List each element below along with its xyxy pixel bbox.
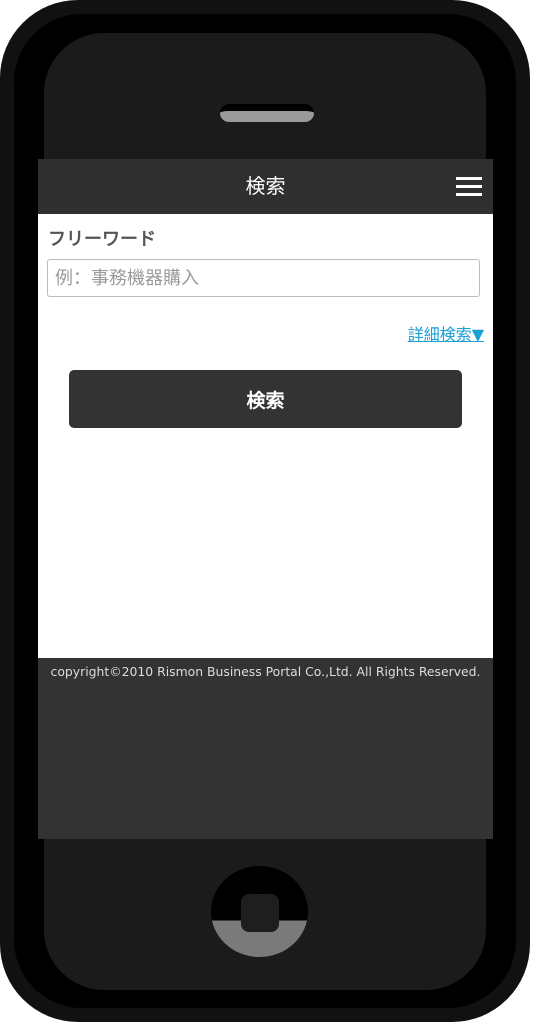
free-word-input[interactable] bbox=[47, 259, 480, 297]
free-word-label: フリーワード bbox=[48, 229, 156, 250]
menu-line bbox=[456, 185, 482, 188]
header-bar: 検索 bbox=[38, 159, 493, 214]
menu-line bbox=[456, 177, 482, 180]
speaker-grille-icon bbox=[220, 104, 314, 122]
menu-line bbox=[456, 193, 482, 196]
footer: copyright©2010 Rismon Business Portal Co… bbox=[38, 658, 493, 839]
phone-frame: 検索 フリーワード 詳細検索▼ 検索 copyright©2010 Rismon… bbox=[0, 0, 540, 1024]
page-title: 検索 bbox=[245, 174, 286, 198]
hamburger-menu-icon[interactable] bbox=[456, 177, 482, 197]
search-button[interactable]: 検索 bbox=[69, 370, 462, 428]
advanced-search-link[interactable]: 詳細検索▼ bbox=[408, 321, 484, 345]
screen: 検索 フリーワード 詳細検索▼ 検索 copyright©2010 Rismon… bbox=[38, 159, 493, 839]
copyright-text: copyright©2010 Rismon Business Portal Co… bbox=[50, 664, 481, 679]
home-square-icon bbox=[241, 894, 279, 932]
